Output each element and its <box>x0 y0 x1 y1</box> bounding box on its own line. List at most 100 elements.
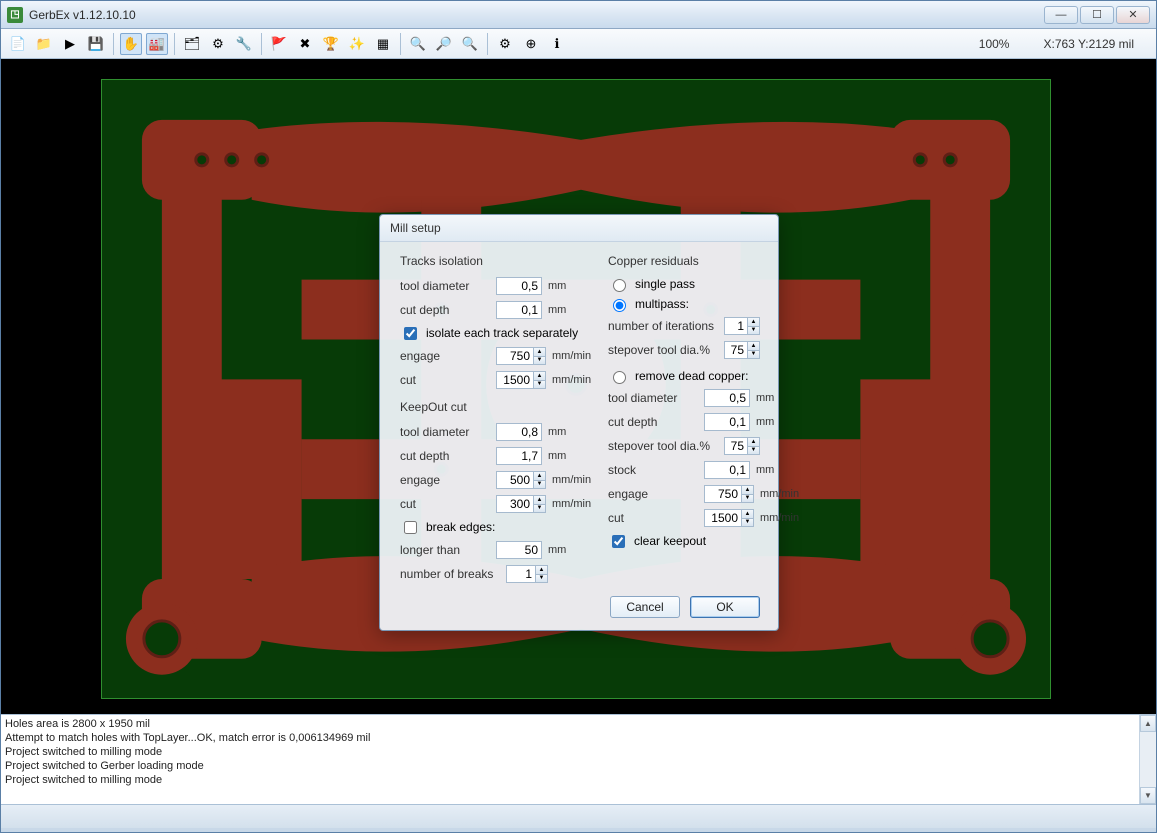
cut-spinner[interactable]: ▲▼ <box>496 371 546 389</box>
spin-down-icon[interactable]: ▼ <box>533 481 545 489</box>
spin-down-icon[interactable]: ▼ <box>535 575 547 583</box>
spin-down-icon[interactable]: ▼ <box>533 381 545 389</box>
save-icon[interactable]: ▶ <box>59 33 81 55</box>
spin-up-icon[interactable]: ▲ <box>747 342 759 351</box>
rc-cut-label: cut <box>608 511 698 525</box>
spin-up-icon[interactable]: ▲ <box>747 318 759 327</box>
rc-stepover-spinner[interactable]: ▲▼ <box>724 437 760 455</box>
zoom-out-icon[interactable]: 🔎 <box>433 33 455 55</box>
rc-cut-spinner[interactable]: ▲▼ <box>704 509 754 527</box>
single-pass-radio[interactable] <box>613 279 626 292</box>
multipass-radio[interactable] <box>613 299 626 312</box>
toolbar-separator <box>113 33 114 55</box>
isolate-each-track-label: isolate each track separately <box>426 326 578 340</box>
log-line: Attempt to match holes with TopLayer...O… <box>5 731 1152 745</box>
rc-engage-input[interactable] <box>705 486 741 502</box>
spin-up-icon[interactable]: ▲ <box>741 510 753 519</box>
iterations-spinner[interactable]: ▲▼ <box>724 317 760 335</box>
wand-icon[interactable]: ✨ <box>346 33 368 55</box>
log-line: Project switched to milling mode <box>5 773 1152 787</box>
rc-cut-depth-input[interactable] <box>704 413 750 431</box>
log-panel: Holes area is 2800 x 1950 milAttempt to … <box>1 714 1156 804</box>
rc-cut-input[interactable] <box>705 510 741 526</box>
info-icon[interactable]: ℹ <box>546 33 568 55</box>
trophy-icon[interactable]: 🏆 <box>320 33 342 55</box>
minimize-button[interactable]: — <box>1044 6 1078 24</box>
engage-input[interactable] <box>497 348 533 364</box>
tool-diameter-input[interactable] <box>496 277 542 295</box>
scroll-down-icon[interactable]: ▼ <box>1140 787 1156 804</box>
keepout-cut-input[interactable] <box>497 496 533 512</box>
spin-up-icon[interactable]: ▲ <box>535 566 547 575</box>
cancel-button[interactable]: Cancel <box>610 596 680 618</box>
keepout-engage-spinner[interactable]: ▲▼ <box>496 471 546 489</box>
clear-keepout-checkbox[interactable] <box>612 535 625 548</box>
keepout-cut-depth-input[interactable] <box>496 447 542 465</box>
keepout-engage-input[interactable] <box>497 472 533 488</box>
cursor-coordinates: X:763 Y:2129 mil <box>1043 37 1134 51</box>
close-button[interactable]: ✕ <box>1116 6 1150 24</box>
target-icon[interactable]: ⊕ <box>520 33 542 55</box>
spin-up-icon[interactable]: ▲ <box>533 348 545 357</box>
spin-down-icon[interactable]: ▼ <box>747 351 759 359</box>
rc-stepover-input[interactable] <box>725 438 747 454</box>
spin-up-icon[interactable]: ▲ <box>533 472 545 481</box>
keepout-tool-diameter-input[interactable] <box>496 423 542 441</box>
hand-icon[interactable]: ✋ <box>120 33 142 55</box>
keepout-cut-spinner[interactable]: ▲▼ <box>496 495 546 513</box>
zoom-fit-icon[interactable]: 🔍 <box>459 33 481 55</box>
stepover-spinner[interactable]: ▲▼ <box>724 341 760 359</box>
number-of-breaks-spinner[interactable]: ▲▼ <box>506 565 548 583</box>
cut-depth-input[interactable] <box>496 301 542 319</box>
isolate-each-track-checkbox[interactable] <box>404 327 417 340</box>
config-icon[interactable]: ⚙ <box>207 33 229 55</box>
rc-engage-spinner[interactable]: ▲▼ <box>704 485 754 503</box>
engage-spinner[interactable]: ▲▼ <box>496 347 546 365</box>
gear-icon[interactable]: ⚙ <box>494 33 516 55</box>
stock-label: stock <box>608 463 698 477</box>
spin-down-icon[interactable]: ▼ <box>533 357 545 365</box>
remove-dead-copper-radio[interactable] <box>613 371 626 384</box>
ok-button[interactable]: OK <box>690 596 760 618</box>
tool-icon[interactable]: 🔧 <box>233 33 255 55</box>
longer-than-input[interactable] <box>496 541 542 559</box>
engage-label: engage <box>400 349 490 363</box>
spin-down-icon[interactable]: ▼ <box>747 327 759 335</box>
flag-red-icon[interactable]: 🚩 <box>268 33 290 55</box>
stock-input[interactable] <box>704 461 750 479</box>
layers-icon[interactable]: 🗂 <box>181 33 203 55</box>
cut-speed-input[interactable] <box>497 372 533 388</box>
unit-mm: mm <box>756 416 798 428</box>
keepout-engage-label: engage <box>400 473 490 487</box>
spin-down-icon[interactable]: ▼ <box>741 519 753 527</box>
unit-mmmin: mm/min <box>552 498 594 510</box>
x-red-icon[interactable]: ✖ <box>294 33 316 55</box>
rc-tool-diameter-input[interactable] <box>704 389 750 407</box>
spin-down-icon[interactable]: ▼ <box>741 495 753 503</box>
building-icon[interactable]: 🏭 <box>146 33 168 55</box>
unit-mm: mm <box>548 426 590 438</box>
log-scrollbar[interactable]: ▲ ▼ <box>1139 715 1156 804</box>
keepout-tool-diameter-label: tool diameter <box>400 425 490 439</box>
break-edges-checkbox[interactable] <box>404 521 417 534</box>
spin-up-icon[interactable]: ▲ <box>533 372 545 381</box>
pcb-canvas[interactable]: Mill setup Tracks isolation tool diamete… <box>1 59 1156 714</box>
zoom-in-icon[interactable]: 🔍 <box>407 33 429 55</box>
new-file-icon[interactable]: 📄 <box>7 33 29 55</box>
iterations-input[interactable] <box>725 318 747 334</box>
save-as-icon[interactable]: 💾 <box>85 33 107 55</box>
unit-mm: mm <box>756 392 798 404</box>
scroll-up-icon[interactable]: ▲ <box>1140 715 1156 732</box>
spin-up-icon[interactable]: ▲ <box>533 496 545 505</box>
maximize-button[interactable]: ☐ <box>1080 6 1114 24</box>
spin-up-icon[interactable]: ▲ <box>741 486 753 495</box>
stepover-input[interactable] <box>725 342 747 358</box>
keepout-cut-label: cut <box>400 497 490 511</box>
spin-up-icon[interactable]: ▲ <box>747 438 759 447</box>
spin-down-icon[interactable]: ▼ <box>747 447 759 455</box>
number-of-breaks-input[interactable] <box>507 566 535 582</box>
open-folder-icon[interactable]: 📁 <box>33 33 55 55</box>
grid-icon[interactable]: ▦ <box>372 33 394 55</box>
unit-mm: mm <box>756 464 798 476</box>
spin-down-icon[interactable]: ▼ <box>533 505 545 513</box>
